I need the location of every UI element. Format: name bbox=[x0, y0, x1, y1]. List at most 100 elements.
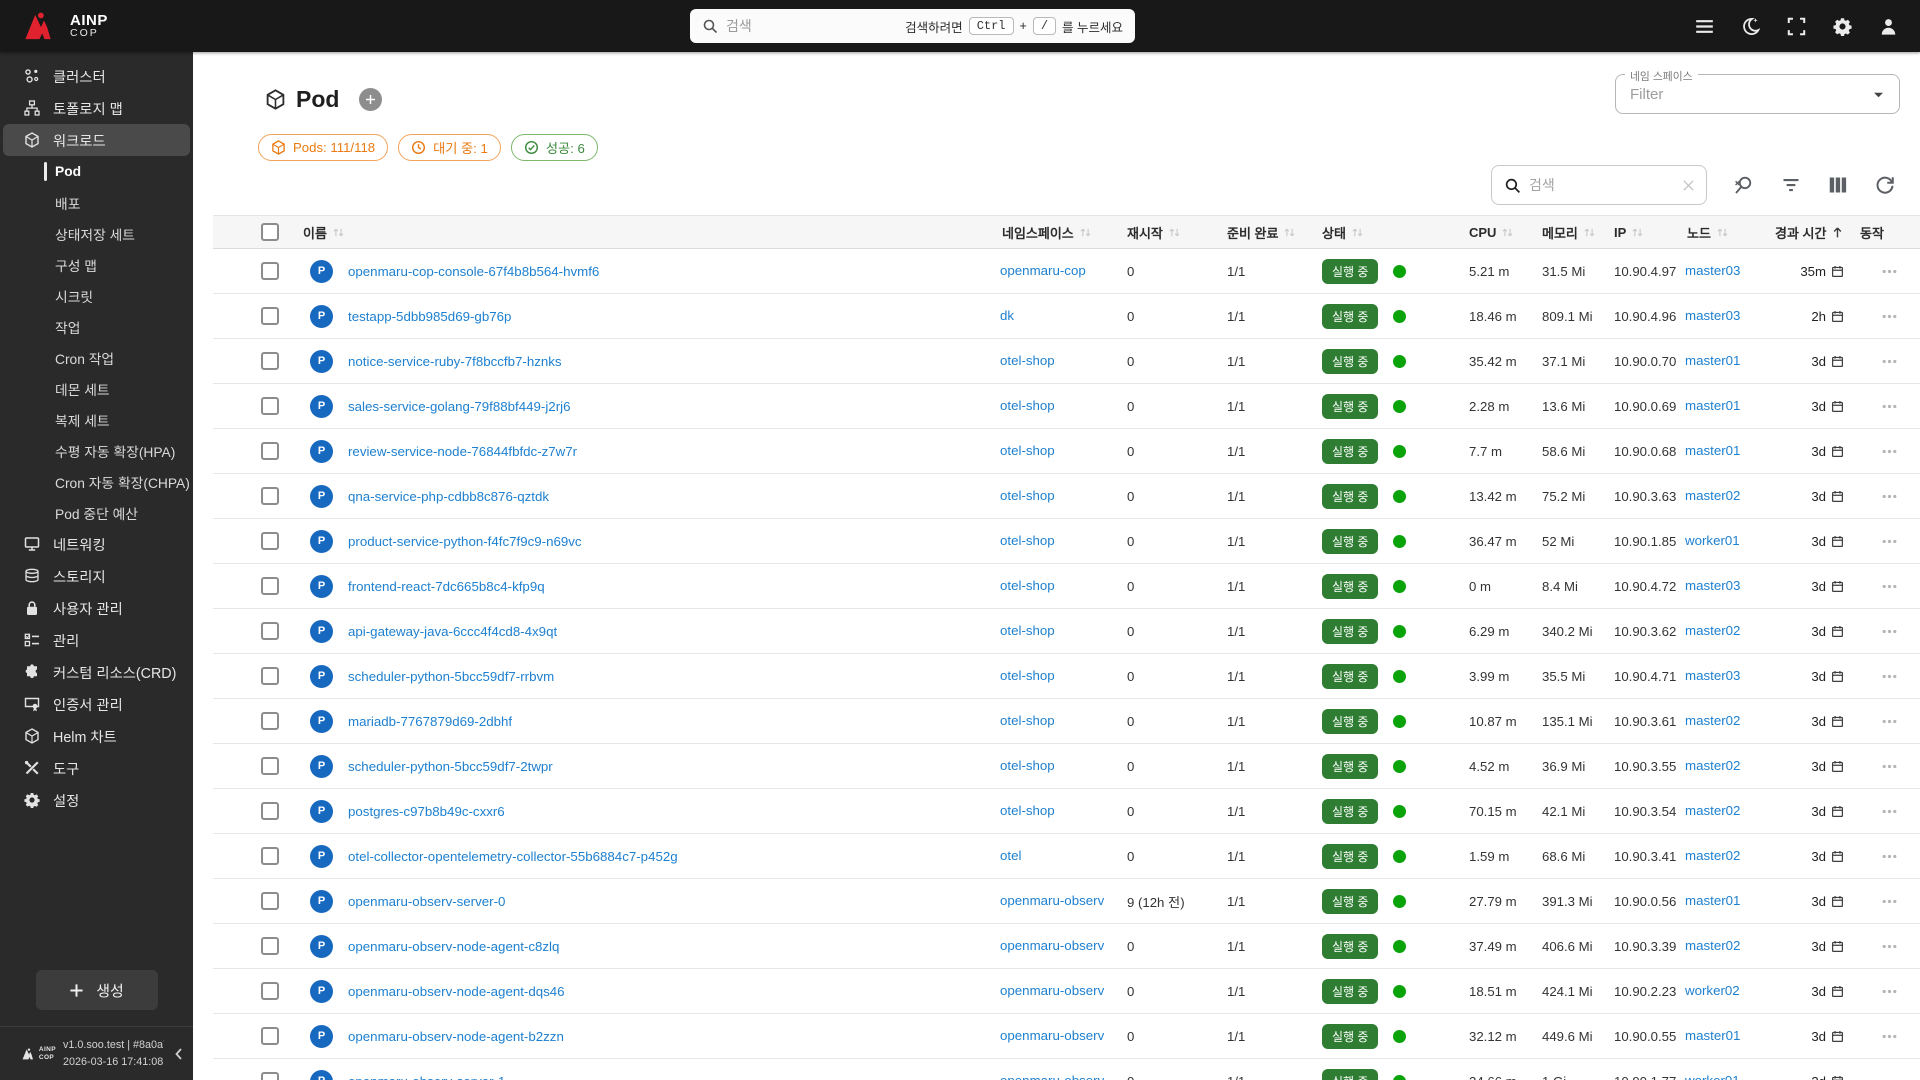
node-link[interactable]: master03 bbox=[1685, 263, 1740, 278]
row-checkbox[interactable] bbox=[261, 892, 279, 910]
row-actions-menu-icon[interactable] bbox=[1881, 578, 1898, 595]
namespace-link[interactable]: openmaru-cop bbox=[1000, 263, 1086, 278]
row-actions-menu-icon[interactable] bbox=[1881, 488, 1898, 505]
sidebar-subitem-hpa[interactable]: 수평 자동 확장(HPA) bbox=[0, 435, 193, 466]
pod-name-link[interactable]: frontend-react-7dc665b8c4-kfp9q bbox=[348, 579, 545, 594]
pod-name-link[interactable]: product-service-python-f4fc7f9c9-n69vc bbox=[348, 534, 582, 549]
pod-name-link[interactable]: scheduler-python-5bcc59df7-rrbvm bbox=[348, 669, 554, 684]
pod-name-link[interactable]: mariadb-7767879d69-2dbhf bbox=[348, 714, 512, 729]
namespace-filter-select[interactable]: 네임 스페이스 Filter bbox=[1615, 68, 1900, 114]
namespace-link[interactable]: otel-shop bbox=[1000, 353, 1055, 368]
row-checkbox[interactable] bbox=[261, 487, 279, 505]
pod-name-link[interactable]: testapp-5dbb985d69-gb76p bbox=[348, 309, 511, 324]
namespace-link[interactable]: otel-shop bbox=[1000, 533, 1055, 548]
row-actions-menu-icon[interactable] bbox=[1881, 263, 1898, 280]
sidebar-subitem-replicaset[interactable]: 복제 세트 bbox=[0, 404, 193, 435]
column-header-ready[interactable]: 준비 완료 bbox=[1225, 223, 1320, 242]
node-link[interactable]: master03 bbox=[1685, 668, 1740, 683]
sidebar-item-networking[interactable]: 네트워킹 bbox=[3, 528, 190, 560]
node-link[interactable]: master01 bbox=[1685, 353, 1740, 368]
column-header-namespace[interactable]: 네임스페이스 bbox=[1000, 223, 1125, 242]
row-actions-menu-icon[interactable] bbox=[1881, 713, 1898, 730]
node-link[interactable]: master02 bbox=[1685, 938, 1740, 953]
row-checkbox[interactable] bbox=[261, 397, 279, 415]
sidebar-subitem-configmap[interactable]: 구성 맵 bbox=[0, 249, 193, 280]
namespace-link[interactable]: otel-shop bbox=[1000, 623, 1055, 638]
columns-icon[interactable] bbox=[1828, 175, 1848, 195]
row-checkbox[interactable] bbox=[261, 667, 279, 685]
column-header-age[interactable]: 경과 시간 bbox=[1773, 223, 1858, 242]
sidebar-item-tools[interactable]: 도구 bbox=[3, 752, 190, 784]
namespace-link[interactable]: openmaru-observ bbox=[1000, 983, 1104, 998]
namespace-link[interactable]: dk bbox=[1000, 308, 1014, 323]
sidebar-item-certificates[interactable]: 인증서 관리 bbox=[3, 688, 190, 720]
namespace-link[interactable]: openmaru-observ bbox=[1000, 893, 1104, 908]
pod-name-link[interactable]: postgres-c97b8b49c-cxxr6 bbox=[348, 804, 505, 819]
node-link[interactable]: master01 bbox=[1685, 443, 1740, 458]
row-actions-menu-icon[interactable] bbox=[1881, 983, 1898, 1000]
row-checkbox[interactable] bbox=[261, 1072, 279, 1080]
column-header-name[interactable]: 이름 bbox=[301, 223, 1000, 242]
advanced-search-icon[interactable] bbox=[1734, 175, 1754, 195]
column-header-ip[interactable]: IP bbox=[1612, 225, 1685, 240]
pod-name-link[interactable]: openmaru-observ-node-agent-c8zlq bbox=[348, 939, 559, 954]
row-checkbox[interactable] bbox=[261, 262, 279, 280]
row-actions-menu-icon[interactable] bbox=[1881, 758, 1898, 775]
sidebar-subitem-pdb[interactable]: Pod 중단 예산 bbox=[0, 497, 193, 528]
namespace-link[interactable]: otel-shop bbox=[1000, 398, 1055, 413]
node-link[interactable]: worker01 bbox=[1685, 1073, 1740, 1080]
sidebar-item-workload[interactable]: 워크로드 bbox=[3, 124, 190, 156]
node-link[interactable]: master01 bbox=[1685, 398, 1740, 413]
sidebar-subitem-cronjob[interactable]: Cron 작업 bbox=[0, 342, 193, 373]
namespace-link[interactable]: otel-shop bbox=[1000, 758, 1055, 773]
namespace-link[interactable]: otel-shop bbox=[1000, 713, 1055, 728]
namespace-link[interactable]: otel-shop bbox=[1000, 668, 1055, 683]
pod-name-link[interactable]: openmaru-observ-server-1 bbox=[348, 1074, 505, 1080]
row-actions-menu-icon[interactable] bbox=[1881, 938, 1898, 955]
global-search[interactable]: 검색하려면 Ctrl + / 를 누르세요 bbox=[690, 9, 1135, 43]
row-checkbox[interactable] bbox=[261, 802, 279, 820]
row-actions-menu-icon[interactable] bbox=[1881, 353, 1898, 370]
fullscreen-icon[interactable] bbox=[1787, 17, 1806, 36]
pod-name-link[interactable]: openmaru-observ-server-0 bbox=[348, 894, 505, 909]
namespace-link[interactable]: otel-shop bbox=[1000, 578, 1055, 593]
node-link[interactable]: master01 bbox=[1685, 893, 1740, 908]
row-checkbox[interactable] bbox=[261, 577, 279, 595]
row-actions-menu-icon[interactable] bbox=[1881, 398, 1898, 415]
sidebar-item-helm-charts[interactable]: Helm 차트 bbox=[3, 720, 190, 752]
row-actions-menu-icon[interactable] bbox=[1881, 668, 1898, 685]
settings-icon[interactable] bbox=[1833, 17, 1852, 36]
node-link[interactable]: master02 bbox=[1685, 713, 1740, 728]
refresh-icon[interactable] bbox=[1875, 175, 1895, 195]
column-header-memory[interactable]: 메모리 bbox=[1540, 223, 1612, 242]
row-checkbox[interactable] bbox=[261, 442, 279, 460]
global-search-input[interactable] bbox=[726, 18, 898, 34]
namespace-link[interactable]: otel-shop bbox=[1000, 488, 1055, 503]
sidebar-item-settings[interactable]: 설정 bbox=[3, 784, 190, 816]
create-button[interactable]: 생성 bbox=[35, 970, 158, 1010]
row-checkbox[interactable] bbox=[261, 847, 279, 865]
menu-icon[interactable] bbox=[1695, 17, 1714, 36]
select-all-checkbox[interactable] bbox=[261, 223, 279, 241]
pod-name-link[interactable]: qna-service-php-cdbb8c876-qztdk bbox=[348, 489, 549, 504]
sidebar-subitem-pod[interactable]: Pod bbox=[0, 156, 193, 187]
row-actions-menu-icon[interactable] bbox=[1881, 533, 1898, 550]
column-header-node[interactable]: 노드 bbox=[1685, 223, 1773, 242]
table-search[interactable] bbox=[1491, 165, 1707, 205]
row-checkbox[interactable] bbox=[261, 307, 279, 325]
sidebar-collapse-icon[interactable] bbox=[171, 1046, 187, 1062]
sidebar-subitem-chpa[interactable]: Cron 자동 확장(CHPA) bbox=[0, 466, 193, 497]
row-checkbox[interactable] bbox=[261, 352, 279, 370]
row-actions-menu-icon[interactable] bbox=[1881, 1073, 1898, 1080]
pod-name-link[interactable]: openmaru-cop-console-67f4b8b564-hvmf6 bbox=[348, 264, 599, 279]
node-link[interactable]: master02 bbox=[1685, 848, 1740, 863]
filter-icon[interactable] bbox=[1781, 175, 1801, 195]
pod-name-link[interactable]: api-gateway-java-6ccc4f4cd8-4x9qt bbox=[348, 624, 557, 639]
add-pod-button[interactable] bbox=[359, 88, 383, 111]
row-actions-menu-icon[interactable] bbox=[1881, 848, 1898, 865]
namespace-link[interactable]: otel bbox=[1000, 848, 1021, 863]
node-link[interactable]: master02 bbox=[1685, 758, 1740, 773]
sidebar-item-custom-resources[interactable]: 커스텀 리소스(CRD) bbox=[3, 656, 190, 688]
pod-name-link[interactable]: review-service-node-76844fbfdc-z7w7r bbox=[348, 444, 577, 459]
sidebar-item-user-management[interactable]: 사용자 관리 bbox=[3, 592, 190, 624]
